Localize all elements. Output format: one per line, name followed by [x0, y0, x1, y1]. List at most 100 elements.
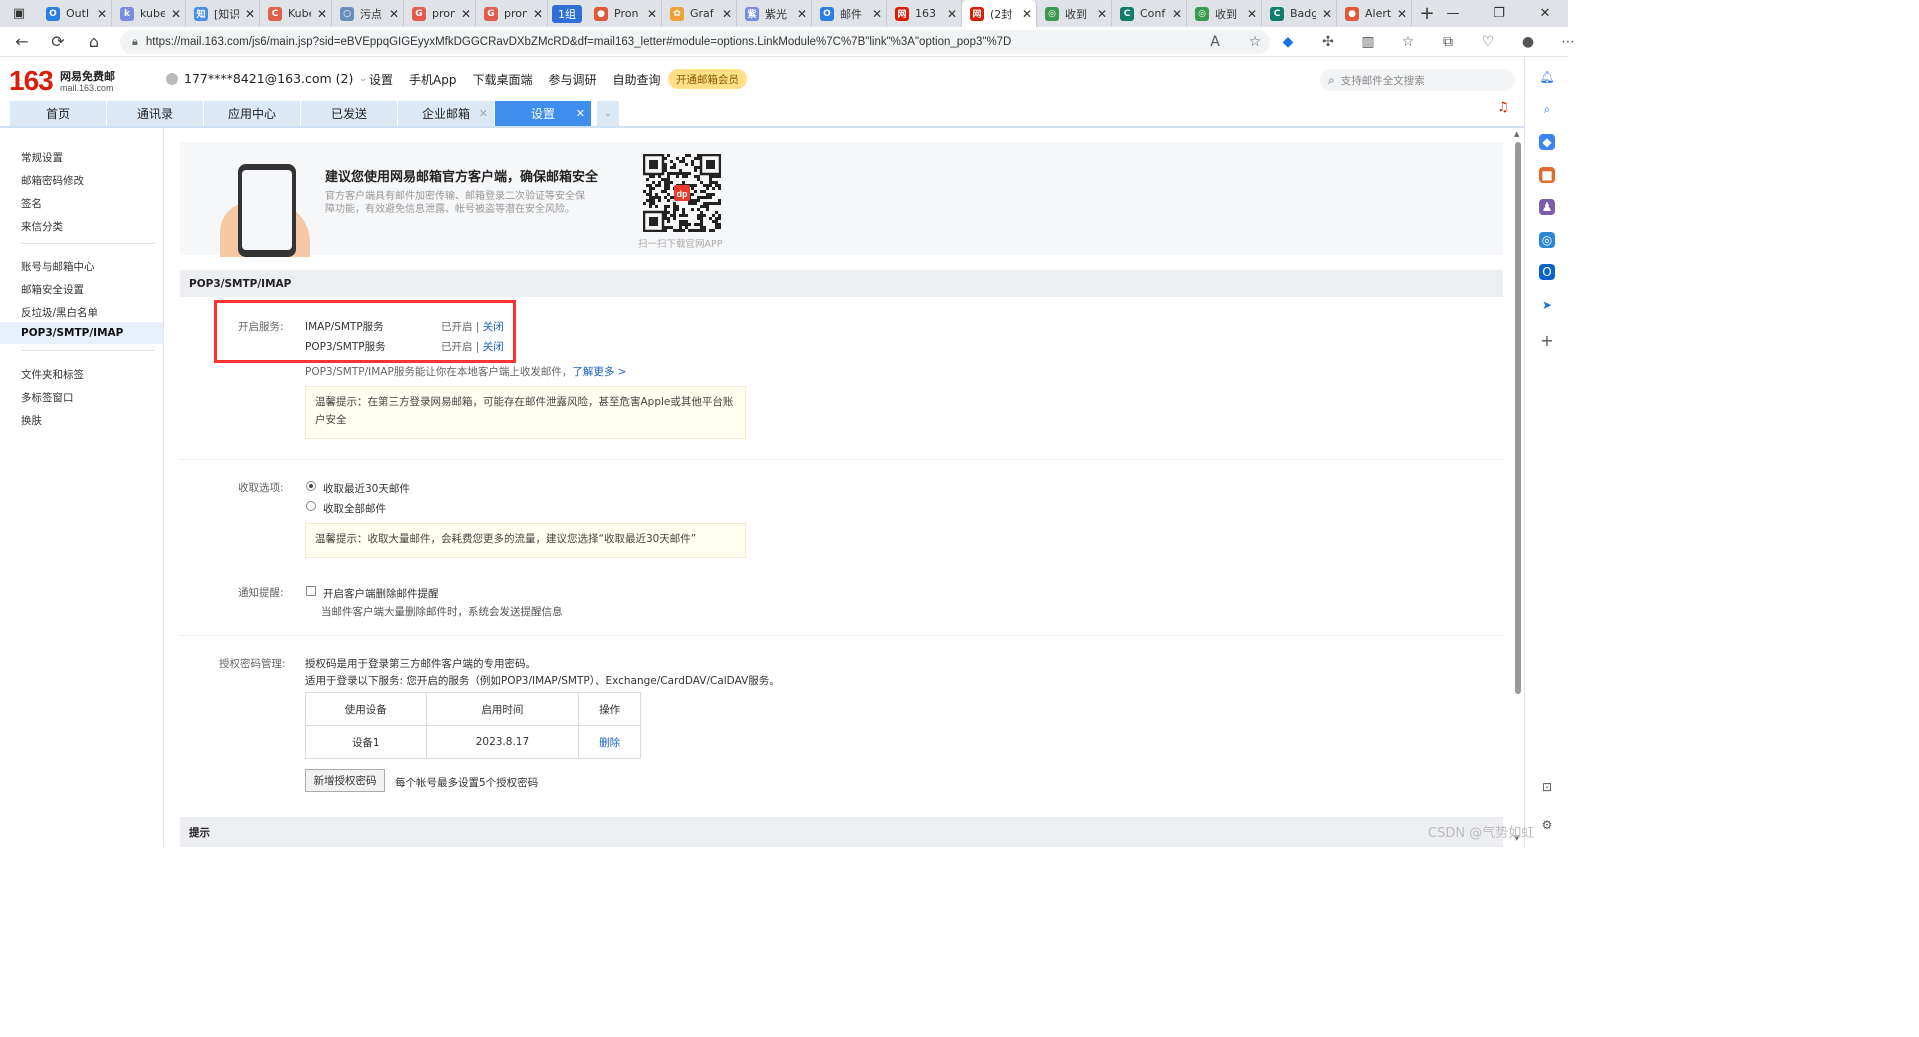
browser-tab[interactable]: 知 [知识 ✕: [186, 0, 260, 27]
top-nav-link[interactable]: 下载桌面端: [464, 71, 540, 88]
browser-tab[interactable]: Gpron ✕: [404, 0, 476, 27]
browser-tab[interactable]: O Outl ✕: [38, 0, 112, 27]
settings-nav-item[interactable]: 邮箱密码修改: [21, 173, 84, 188]
settings-nav-item[interactable]: 反垃圾/黑白名单: [21, 305, 98, 320]
add-sidebar-app-icon[interactable]: +: [1539, 331, 1555, 350]
top-nav-link[interactable]: 参与调研: [540, 71, 604, 88]
browser-tab[interactable]: ◎ 收到 ✕: [1187, 0, 1262, 27]
search-sidebar-icon[interactable]: ⌕: [1539, 101, 1555, 117]
browser-tab[interactable]: ✿ Graf ✕: [662, 0, 737, 27]
settings-nav-item[interactable]: 换肤: [21, 413, 42, 428]
close-module-tab-icon[interactable]: ✕: [479, 107, 488, 120]
shopping-tag-icon[interactable]: ◆: [1539, 134, 1555, 150]
more-menu-icon[interactable]: ⋯: [1548, 34, 1588, 50]
settings-nav-item[interactable]: 签名: [21, 196, 42, 211]
page-scrollbar[interactable]: ▲ ▼: [1512, 128, 1524, 847]
receive-option-all[interactable]: 收取全部邮件: [323, 501, 386, 516]
browser-tab[interactable]: ● Alert ✕: [1337, 0, 1412, 27]
close-tab-icon[interactable]: ✕: [1172, 7, 1182, 21]
module-tab[interactable]: 设置 ✕: [495, 101, 591, 126]
close-tab-icon[interactable]: ✕: [245, 7, 255, 21]
module-tab[interactable]: 首页: [10, 101, 106, 126]
top-nav-link[interactable]: 手机App: [401, 71, 464, 88]
favorites-list-icon[interactable]: ☆: [1388, 34, 1428, 50]
url-field[interactable]: 🔒︎ https://mail.163.com/js6/main.jsp?sid…: [120, 30, 1270, 54]
close-tab-icon[interactable]: ✕: [317, 7, 327, 21]
profile-avatar-icon[interactable]: ●: [1508, 34, 1548, 50]
browser-tab[interactable]: C Conf ✕: [1112, 0, 1187, 27]
account-menu[interactable]: 177****8421@163.com (2) ⌄: [166, 71, 367, 86]
close-tab-icon[interactable]: ✕: [533, 7, 543, 21]
maximize-button[interactable]: ❐: [1476, 0, 1522, 27]
top-nav-link[interactable]: 自助查询: [605, 71, 669, 88]
home-button[interactable]: ⌂: [76, 32, 112, 51]
browser-tab[interactable]: C Badg ✕: [1262, 0, 1337, 27]
settings-nav-item[interactable]: 多标签窗口: [21, 390, 74, 405]
microsoft365-icon[interactable]: ◎: [1539, 232, 1555, 248]
browser-tab[interactable]: ◎ 收到 ✕: [1037, 0, 1112, 27]
learn-more-link[interactable]: 了解更多 >: [572, 366, 626, 378]
collections-icon[interactable]: ⧉: [1428, 34, 1468, 50]
browser-essentials-icon[interactable]: ♡: [1468, 34, 1508, 50]
add-auth-password-button[interactable]: 新增授权密码: [305, 769, 385, 792]
outlook-icon[interactable]: O: [1539, 264, 1555, 280]
settings-nav-item[interactable]: 账号与邮箱中心: [21, 259, 95, 274]
module-tab[interactable]: 已发送: [301, 101, 397, 126]
browser-tab[interactable]: k kube ✕: [112, 0, 186, 27]
notification-bell-icon[interactable]: 🔔︎: [1539, 69, 1555, 85]
mail-search-box[interactable]: ⌕ 支持邮件全文搜索: [1320, 69, 1515, 91]
delete-alert-checkbox[interactable]: [306, 586, 316, 596]
games-icon[interactable]: ♟: [1539, 199, 1555, 215]
browser-tab[interactable]: 网 163 ✕: [887, 0, 962, 27]
tabs-overflow-chevron-icon[interactable]: ⌄: [597, 101, 619, 126]
settings-nav-item[interactable]: POP3/SMTP/IMAP: [0, 322, 163, 344]
receive-option-recent[interactable]: 收取最近30天邮件: [323, 481, 410, 496]
radio-all-mail[interactable]: [306, 501, 316, 511]
tab-actions-icon[interactable]: ▣: [0, 0, 38, 27]
module-tab[interactable]: 通讯录: [107, 101, 203, 126]
send-drop-icon[interactable]: ➤: [1539, 297, 1555, 313]
sidebar-hide-icon[interactable]: ⊡: [1539, 779, 1555, 795]
browser-tab[interactable]: O 邮件 ✕: [812, 0, 887, 27]
music-note-icon[interactable]: ♫: [1497, 100, 1509, 115]
close-tab-icon[interactable]: ✕: [797, 7, 807, 21]
close-tab-icon[interactable]: ✕: [947, 7, 957, 21]
settings-nav-item[interactable]: 常规设置: [21, 150, 63, 165]
refresh-button[interactable]: ⟳: [40, 32, 76, 51]
extension-shield-icon[interactable]: ◆: [1268, 34, 1308, 50]
close-tab-icon[interactable]: ✕: [722, 7, 732, 21]
close-tab-icon[interactable]: ✕: [1247, 7, 1257, 21]
close-tab-icon[interactable]: ✕: [171, 7, 181, 21]
radio-recent-30-days[interactable]: [306, 481, 316, 491]
browser-tab[interactable]: ○ 污点 ✕: [332, 0, 404, 27]
settings-nav-item[interactable]: 邮箱安全设置: [21, 282, 84, 297]
module-tab[interactable]: 应用中心: [204, 101, 300, 126]
delete-link[interactable]: 删除: [578, 725, 641, 759]
browser-tab[interactable]: C Kube ✕: [260, 0, 332, 27]
tools-briefcase-icon[interactable]: ■: [1539, 167, 1555, 183]
close-tab-icon[interactable]: ✕: [461, 7, 471, 21]
top-nav-link[interactable]: 设置: [361, 71, 401, 88]
scrollbar-thumb[interactable]: [1515, 142, 1521, 694]
close-service-link[interactable]: 关闭: [483, 341, 504, 353]
tab-group-label[interactable]: 1组: [552, 4, 582, 23]
vip-upgrade-button[interactable]: 开通邮箱会员: [668, 69, 747, 89]
minimize-button[interactable]: —: [1430, 0, 1476, 27]
settings-nav-item[interactable]: 文件夹和标签: [21, 367, 84, 382]
delete-alert-option[interactable]: 开启客户端删除邮件提醒: [323, 586, 439, 601]
close-tab-icon[interactable]: ✕: [1097, 7, 1107, 21]
browser-tab[interactable]: ● Pron ✕: [586, 0, 662, 27]
close-module-tab-icon[interactable]: ✕: [576, 107, 585, 120]
read-aloud-icon[interactable]: A: [1195, 34, 1235, 50]
close-tab-icon[interactable]: ✕: [1022, 7, 1032, 21]
browser-tab[interactable]: 紫紫光 ✕: [737, 0, 812, 27]
split-screen-icon[interactable]: ▥: [1348, 34, 1388, 50]
sidebar-settings-gear-icon[interactable]: ⚙: [1539, 817, 1555, 833]
close-tab-icon[interactable]: ✕: [1397, 7, 1407, 21]
close-tab-icon[interactable]: ✕: [647, 7, 657, 21]
module-tab[interactable]: 企业邮箱 ✕: [398, 101, 494, 126]
mail-logo-number[interactable]: 163: [9, 65, 54, 97]
close-tab-icon[interactable]: ✕: [97, 7, 107, 21]
settings-nav-item[interactable]: 来信分类: [21, 219, 63, 234]
back-button[interactable]: ←: [4, 32, 40, 51]
